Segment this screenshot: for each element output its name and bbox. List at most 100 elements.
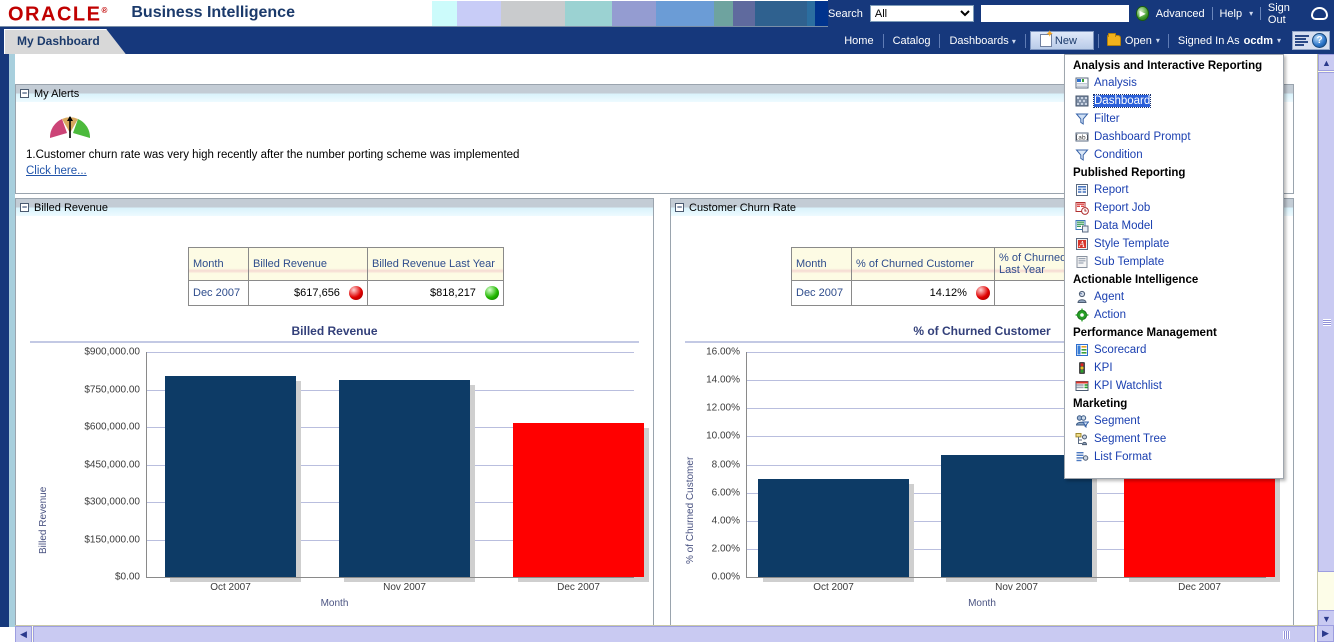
menu-item-dashboard[interactable]: Dashboard [1065, 92, 1283, 110]
chart-x-axis-label: Month [16, 598, 653, 609]
menu-item-label: Analysis [1094, 77, 1137, 89]
open-menu-button[interactable]: Open ▾ [1099, 35, 1168, 47]
nav-dashboards-label: Dashboards [949, 35, 1008, 47]
chart-bar[interactable] [165, 376, 296, 577]
filter-icon [1075, 112, 1089, 126]
menu-item-scorecard[interactable]: Scorecard [1065, 341, 1283, 359]
menu-item-style-template[interactable]: AStyle Template [1065, 235, 1283, 253]
menu-item-filter[interactable]: Filter [1065, 110, 1283, 128]
chart-y-axis-label: % of Churned Customer [685, 457, 696, 564]
collapse-icon[interactable]: − [20, 203, 29, 212]
search-scope-select[interactable]: All [870, 5, 974, 22]
sign-out-link[interactable]: Sign Out [1268, 2, 1302, 26]
collapse-icon[interactable]: − [20, 89, 29, 98]
menu-item-agent[interactable]: Agent [1065, 288, 1283, 306]
nav-catalog[interactable]: Catalog [884, 35, 940, 47]
menu-item-data-model[interactable]: Data Model [1065, 217, 1283, 235]
chevron-down-icon[interactable]: ▾ [1249, 9, 1253, 18]
menu-item-kpi[interactable]: KPI [1065, 359, 1283, 377]
menu-item-label: Action [1094, 309, 1126, 321]
menu-item-sub-template[interactable]: Sub Template [1065, 253, 1283, 271]
new-menu-label: New [1055, 35, 1077, 47]
scroll-left-icon[interactable]: ◀ [15, 626, 32, 642]
action-gear-icon [1075, 308, 1089, 322]
chart-plot-area [146, 352, 634, 577]
menu-item-label: Filter [1094, 113, 1120, 125]
chart-bar-fill [165, 376, 296, 577]
scroll-grip-icon [1323, 319, 1331, 326]
menu-item-label: Scorecard [1094, 344, 1146, 356]
help-menu-link[interactable]: Help [1219, 8, 1242, 20]
tab-my-dashboard[interactable]: My Dashboard [4, 29, 126, 54]
oracle-logo: ORACLE® [8, 1, 107, 25]
section-title-my-alerts: My Alerts [34, 88, 79, 100]
chart-x-axis-label: Month [671, 598, 1293, 609]
search-input[interactable] [981, 5, 1129, 22]
menu-item-report[interactable]: Report [1065, 181, 1283, 199]
menu-item-kpi-watchlist[interactable]: KPI Watchlist [1065, 377, 1283, 395]
chart-y-tick-label: 12.00% [671, 403, 740, 414]
billed-revenue-body: Month Billed Revenue Billed Revenue Last… [16, 216, 653, 626]
decorative-color-strip [422, 1, 842, 26]
chart-y-tick-label: $450,000.00 [16, 459, 140, 470]
search-go-icon[interactable]: ▶ [1136, 6, 1148, 21]
scroll-up-icon[interactable]: ▲ [1318, 54, 1334, 71]
menu-group-title: Actionable Intelligence [1065, 271, 1283, 288]
chart-y-tick-label: 16.00% [671, 347, 740, 358]
chart-bar[interactable] [758, 479, 909, 577]
menu-group-title: Marketing [1065, 395, 1283, 412]
menu-item-list-format[interactable]: List Format [1065, 448, 1283, 466]
chart-bar[interactable] [513, 423, 644, 577]
menu-item-condition[interactable]: Condition [1065, 146, 1283, 164]
dashboard-tab-wrap: My Dashboard [4, 27, 126, 54]
chart-x-tick-label: Oct 2007 [744, 582, 923, 593]
page-options-icon[interactable] [1295, 35, 1309, 47]
vertical-scrollbar[interactable]: ▲ ▼ [1317, 54, 1334, 627]
vertical-scroll-thumb[interactable] [1318, 72, 1334, 572]
cell-month: Dec 2007 [189, 281, 249, 306]
menu-item-analysis[interactable]: Analysis [1065, 74, 1283, 92]
horizontal-scroll-thumb[interactable] [33, 626, 1315, 642]
header-divider-1 [1212, 7, 1213, 20]
nav-home[interactable]: Home [835, 35, 882, 47]
chart-x-tick-label: Oct 2007 [151, 582, 310, 593]
new-menu-button[interactable]: New ▾ [1030, 31, 1094, 50]
menu-item-label: Condition [1094, 149, 1143, 161]
menu-item-label: Segment [1094, 415, 1140, 427]
menu-item-segment-tree[interactable]: Segment Tree [1065, 430, 1283, 448]
chart-y-tick-label: 14.00% [671, 375, 740, 386]
chart-bar[interactable] [339, 380, 470, 578]
section-title-customer-churn-rate: Customer Churn Rate [689, 202, 796, 214]
new-menu-dropdown[interactable]: Analysis and Interactive ReportingAnalys… [1064, 54, 1284, 479]
open-menu-label: Open [1125, 35, 1152, 47]
menu-item-label: Segment Tree [1094, 433, 1166, 445]
chart-title: Billed Revenue [16, 324, 653, 338]
menu-item-dashboard-prompt[interactable]: [ab]Dashboard Prompt [1065, 128, 1283, 146]
advanced-link[interactable]: Advanced [1156, 8, 1205, 20]
menu-item-label: Dashboard Prompt [1094, 131, 1191, 143]
chart-y-tick-label: $0.00 [16, 572, 140, 583]
left-rail [0, 54, 9, 627]
dashboard-icon [1075, 94, 1089, 108]
signed-in-as[interactable]: Signed In As ocdm ▾ [1169, 35, 1290, 47]
scroll-corner-resize-icon[interactable]: ▶ [1317, 625, 1334, 642]
display-icon[interactable] [1311, 7, 1328, 20]
chart-y-tick-label: 10.00% [671, 431, 740, 442]
color-block [565, 1, 612, 26]
analysis-icon [1075, 76, 1089, 90]
menu-item-report-job[interactable]: Report Job [1065, 199, 1283, 217]
horizontal-scrollbar[interactable]: ◀ [15, 625, 1317, 642]
chart-y-tick-label: 2.00% [671, 543, 740, 554]
cell-billed-revenue-last-year: $818,217 [368, 281, 504, 306]
menu-item-action[interactable]: Action [1065, 306, 1283, 324]
alert-click-here-link[interactable]: Click here... [26, 165, 87, 177]
chart-x-tick-label: Nov 2007 [927, 582, 1106, 593]
collapse-icon[interactable]: − [675, 203, 684, 212]
menu-item-segment[interactable]: Segment [1065, 412, 1283, 430]
help-icon[interactable]: ? [1312, 33, 1327, 48]
chart-y-tick-label: 4.00% [671, 515, 740, 526]
nav-divider-3 [1025, 34, 1026, 48]
signed-in-as-label: Signed In As [1178, 35, 1240, 47]
nav-dashboards[interactable]: Dashboards ▾ [940, 35, 1024, 47]
chevron-down-icon: ▾ [1156, 36, 1160, 45]
